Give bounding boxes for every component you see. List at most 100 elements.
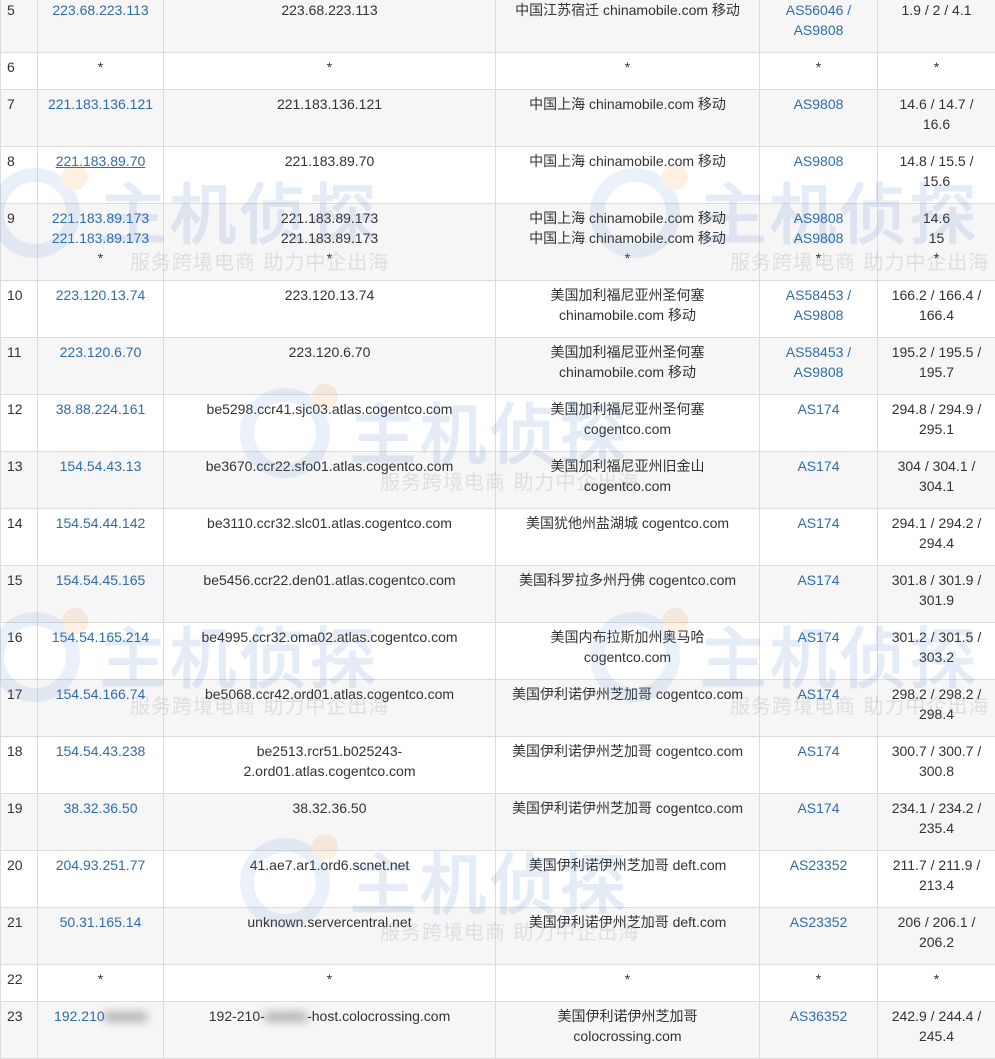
latency-text: 242.9 / 244.4 / (881, 1006, 992, 1026)
latency-text: 245.4 (881, 1026, 992, 1046)
empty-marker: * (499, 969, 756, 989)
empty-marker: * (167, 57, 492, 77)
hostname-cell: 223.120.13.74 (164, 281, 496, 338)
hop-number-cell: 16 (1, 623, 38, 680)
empty-marker: * (881, 57, 992, 77)
asn-cell: AS174 (760, 395, 878, 452)
hostname-text: unknown.servercentral.net (167, 912, 492, 932)
asn-link[interactable]: AS9808 (763, 208, 874, 228)
ip-link[interactable]: 154.54.44.142 (41, 513, 160, 533)
ip-cell: 221.183.89.70 (38, 147, 164, 204)
ip-cell: 204.93.251.77 (38, 851, 164, 908)
location-cell: 美国伊利诺伊州芝加哥 cogentco.com (496, 680, 760, 737)
hop-number-cell: 5 (1, 0, 38, 53)
hostname-text: 221.183.136.121 (167, 94, 492, 114)
hostname-text: 221.183.89.70 (167, 151, 492, 171)
asn-link[interactable]: AS9808 (763, 94, 874, 114)
asn-link[interactable]: AS174 (763, 399, 874, 419)
hop-number: 15 (7, 572, 23, 588)
ip-link[interactable]: 50.31.165.14 (41, 912, 160, 932)
hostname-cell: 223.68.223.113 (164, 0, 496, 53)
ip-link[interactable]: 221.183.89.70 (41, 151, 160, 171)
asn-link[interactable]: AS9808 (763, 362, 874, 382)
ip-link[interactable]: 38.88.224.161 (41, 399, 160, 419)
asn-link[interactable]: AS174 (763, 456, 874, 476)
asn-link[interactable]: AS174 (763, 570, 874, 590)
asn-link[interactable]: AS9808 (763, 305, 874, 325)
asn-link[interactable]: AS9808 (763, 228, 874, 248)
asn-link[interactable]: AS9808 (763, 151, 874, 171)
ip-link[interactable]: 38.32.36.50 (41, 798, 160, 818)
latency-cell: 14.8 / 15.5 /15.6 (878, 147, 995, 204)
asn-link[interactable]: AS174 (763, 798, 874, 818)
hop-number-cell: 17 (1, 680, 38, 737)
asn-cell: AS58453 /AS9808 (760, 281, 878, 338)
ip-link[interactable]: 192.210 (54, 1008, 105, 1024)
asn-link[interactable]: AS36352 (763, 1006, 874, 1026)
asn-link[interactable]: AS56046 / (763, 0, 874, 20)
asn-link[interactable]: AS23352 (763, 855, 874, 875)
ip-link[interactable]: 221.183.89.173 (41, 208, 160, 228)
empty-marker: * (499, 248, 756, 268)
hostname-cell: be5068.ccr42.ord01.atlas.cogentco.com (164, 680, 496, 737)
latency-text: 195.7 (881, 362, 992, 382)
hop-number-cell: 12 (1, 395, 38, 452)
latency-text: 206 / 206.1 / (881, 912, 992, 932)
asn-link[interactable]: AS174 (763, 684, 874, 704)
table-row: 5223.68.223.113223.68.223.113中国江苏宿迁 chin… (1, 0, 995, 53)
hostname-cell: 223.120.6.70 (164, 338, 496, 395)
hop-number: 17 (7, 686, 23, 702)
asn-link[interactable]: AS174 (763, 513, 874, 533)
location-text: 美国伊利诺伊州芝加哥 deft.com (499, 855, 756, 875)
latency-cell: 211.7 / 211.9 /213.4 (878, 851, 995, 908)
ip-link[interactable]: 223.120.13.74 (41, 285, 160, 305)
hostname-text: 221.183.89.173 (167, 208, 492, 228)
latency-cell: * (878, 53, 995, 90)
hop-number: 5 (7, 2, 15, 18)
ip-link[interactable]: 154.54.45.165 (41, 570, 160, 590)
redacted-text: ■■■■■ (105, 1008, 147, 1024)
latency-text: 300.7 / 300.7 / (881, 741, 992, 761)
asn-link[interactable]: AS23352 (763, 912, 874, 932)
asn-link[interactable]: AS174 (763, 627, 874, 647)
location-cell: * (496, 53, 760, 90)
hostname-cell: 221.183.89.70 (164, 147, 496, 204)
asn-link[interactable]: AS58453 / (763, 342, 874, 362)
ip-link[interactable]: 154.54.166.74 (41, 684, 160, 704)
latency-cell: 294.8 / 294.9 /295.1 (878, 395, 995, 452)
asn-link[interactable]: AS58453 / (763, 285, 874, 305)
asn-link[interactable]: AS9808 (763, 20, 874, 40)
latency-cell: * (878, 965, 995, 1002)
empty-marker: * (167, 248, 492, 268)
asn-cell: AS174 (760, 509, 878, 566)
hostname-cell: 221.183.136.121 (164, 90, 496, 147)
ip-link[interactable]: 154.54.43.238 (41, 741, 160, 761)
hostname-cell: be5456.ccr22.den01.atlas.cogentco.com (164, 566, 496, 623)
hop-number-cell: 8 (1, 147, 38, 204)
location-text: 美国加利福尼亚州圣何塞 (499, 285, 756, 305)
hop-number: 21 (7, 914, 23, 930)
ip-link[interactable]: 223.120.6.70 (41, 342, 160, 362)
hostname-text: be3110.ccr32.slc01.atlas.cogentco.com (167, 513, 492, 533)
ip-link[interactable]: 154.54.165.214 (41, 627, 160, 647)
location-text: 美国加利福尼亚州旧金山 (499, 456, 756, 476)
latency-cell: 234.1 / 234.2 /235.4 (878, 794, 995, 851)
location-text: 中国上海 chinamobile.com 移动 (499, 228, 756, 248)
latency-text: 295.1 (881, 419, 992, 439)
ip-link[interactable]: 154.54.43.13 (41, 456, 160, 476)
asn-cell: AS58453 /AS9808 (760, 338, 878, 395)
empty-marker: * (763, 57, 874, 77)
latency-text: 166.4 (881, 305, 992, 325)
latency-text: 14.8 / 15.5 / (881, 151, 992, 171)
asn-link[interactable]: AS174 (763, 741, 874, 761)
hostname-text: 223.120.13.74 (167, 285, 492, 305)
latency-text: 298.2 / 298.2 / (881, 684, 992, 704)
ip-link[interactable]: 221.183.136.121 (41, 94, 160, 114)
hostname-cell: be3670.ccr22.sfo01.atlas.cogentco.com (164, 452, 496, 509)
table-row: 1938.32.36.5038.32.36.50美国伊利诺伊州芝加哥 cogen… (1, 794, 995, 851)
ip-cell: 50.31.165.14 (38, 908, 164, 965)
hostname-text: 221.183.89.173 (167, 228, 492, 248)
ip-link[interactable]: 204.93.251.77 (41, 855, 160, 875)
ip-link[interactable]: 221.183.89.173 (41, 228, 160, 248)
ip-link[interactable]: 223.68.223.113 (41, 0, 160, 20)
